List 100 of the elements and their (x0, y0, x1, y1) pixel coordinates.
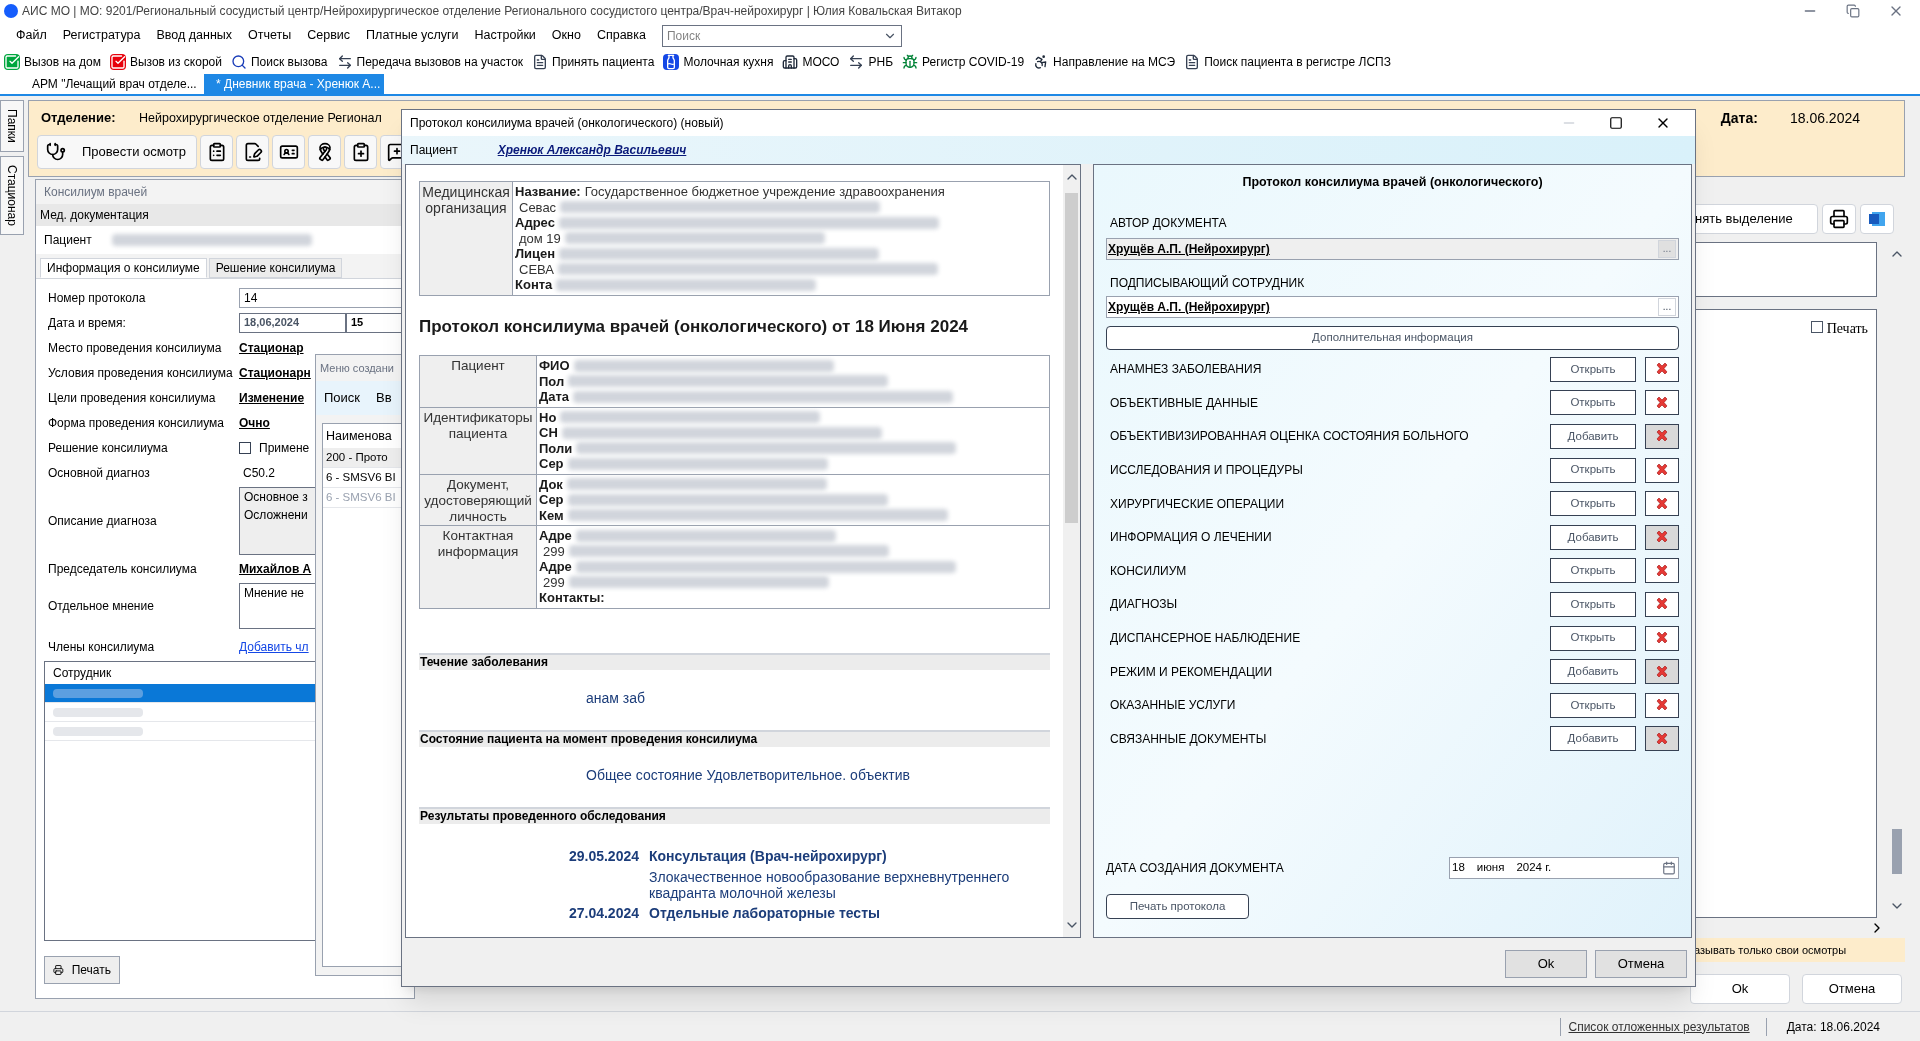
browse-button[interactable]: ... (1658, 297, 1676, 316)
field-label: Конта (515, 277, 553, 293)
print-button[interactable]: Печать (44, 956, 120, 984)
delete-button[interactable] (1645, 390, 1679, 416)
delete-button[interactable] (1645, 591, 1679, 617)
field-value: дом 19 (519, 230, 561, 246)
section-label: ДИАГНОЗЫ (1109, 596, 1179, 614)
menu-item[interactable]: Окно (543, 26, 589, 45)
section-action-button[interactable]: Добавить (1550, 659, 1636, 685)
delete-button[interactable] (1645, 491, 1679, 517)
toolbar-button[interactable]: Вызов на дом (4, 52, 101, 71)
tab[interactable]: Решение консилиума (208, 258, 343, 278)
ok-button[interactable]: Ok (1690, 974, 1790, 1004)
toolbar-button[interactable]: Поиск вызова (231, 52, 328, 71)
document-tab[interactable]: * Дневник врача - Хренюк А... (204, 74, 384, 94)
building-icon (782, 53, 799, 70)
delete-button[interactable] (1645, 524, 1679, 550)
delete-button[interactable] (1645, 625, 1679, 651)
side-tab[interactable]: Папки (0, 100, 24, 152)
section-label: АНАМНЕЗ ЗАБОЛЕВАНИЯ (1109, 361, 1263, 379)
menu-item[interactable]: Платные услуги (358, 26, 467, 45)
menu-item[interactable]: Регистратура (54, 26, 149, 45)
checkbox[interactable] (239, 442, 251, 454)
menu-item[interactable]: Отчеты (240, 26, 300, 45)
scrollbar-thumb[interactable] (1892, 829, 1902, 874)
date-picker[interactable]: 18 июня 2024 г. (1449, 857, 1679, 879)
department-label: Отделение: (41, 109, 117, 128)
delete-button[interactable] (1645, 423, 1679, 449)
menu-item[interactable]: Сервис (299, 26, 359, 45)
field-value: 299 (543, 574, 565, 590)
print-protocol-button[interactable]: Печать протокола (1106, 894, 1249, 919)
delete-button[interactable] (1645, 356, 1679, 382)
checkbox[interactable] (1810, 321, 1823, 333)
patient-link[interactable]: Хренюк Александр Васильевич (497, 141, 687, 159)
section-action-button[interactable]: Добавить (1550, 726, 1636, 752)
delete-button[interactable] (1645, 692, 1679, 718)
menu-item[interactable]: Настройки (466, 26, 544, 45)
menu-tab[interactable]: Поиск (324, 388, 361, 408)
section-action-button[interactable]: Открыть (1550, 491, 1636, 517)
toolbar-button[interactable]: Передача вызовов на участок (336, 52, 524, 71)
field-link[interactable]: Стационарн (239, 364, 311, 382)
cancel-button[interactable]: Отмена (1595, 950, 1687, 978)
scrollbar-thumb[interactable] (1065, 193, 1078, 523)
toolbar-button[interactable]: Принять пациента (532, 52, 655, 71)
section-label: РЕЖИМ И РЕКОМЕНДАЦИИ (1109, 663, 1274, 681)
toolbar-button[interactable]: Регистр COVID-19 (902, 52, 1025, 71)
section-action-button[interactable]: Открыть (1550, 625, 1636, 651)
field-link[interactable]: Михайлов А (239, 560, 312, 578)
section-action-button[interactable]: Добавить (1550, 524, 1636, 550)
menu-item[interactable]: Ввод данных (148, 26, 241, 45)
toolbar-button[interactable]: Вызов из скорой (109, 52, 222, 71)
extra-info-button[interactable]: Дополнительная информация (1106, 325, 1679, 350)
stethoscope-icon (46, 142, 66, 162)
section-label: ДИСПАНСЕРНОЕ НАБЛЮДЕНИЕ (1109, 630, 1302, 647)
section-action-button[interactable]: Добавить (1550, 423, 1636, 449)
search-input[interactable]: Поиск (666, 26, 883, 45)
print-button[interactable] (1822, 204, 1856, 234)
word-button[interactable] (1860, 204, 1894, 234)
menu-item[interactable]: Справка (588, 26, 654, 45)
exam-button[interactable]: Провести осмотр (37, 135, 197, 169)
toolbar-button[interactable] (344, 135, 377, 169)
toolbar-button[interactable] (200, 135, 233, 169)
menu-tab[interactable]: Вв (376, 388, 392, 408)
section-label: КОНСИЛИУМ (1109, 562, 1188, 580)
delete-button[interactable] (1645, 659, 1679, 685)
menu-item[interactable]: Файл (8, 26, 55, 45)
section-action-button[interactable]: Открыть (1550, 558, 1636, 584)
section-action-button[interactable]: Открыть (1550, 390, 1636, 416)
toolbar-button[interactable]: Направление на МСЭ (1033, 52, 1176, 71)
toolbar-button[interactable]: МОСО (782, 52, 840, 71)
toolbar-button[interactable]: Поиск пациента в регистре ЛСПЗ (1184, 52, 1391, 71)
section-action-button[interactable]: Открыть (1550, 692, 1636, 718)
delete-button[interactable] (1645, 457, 1679, 483)
date-field[interactable]: 18,06,2024 (239, 313, 346, 333)
section-action-button[interactable]: Открыть (1550, 356, 1636, 382)
toolbar-button[interactable] (308, 135, 341, 169)
search-field[interactable]: Поиск (661, 24, 902, 47)
signer-field[interactable]: Хрущёв А.П. (Нейрохирург) ... (1106, 295, 1679, 318)
delete-button[interactable] (1645, 726, 1679, 752)
toolbar-button[interactable] (272, 135, 305, 169)
toolbar-button[interactable] (236, 135, 269, 169)
tab[interactable]: Информация о консилиуме (40, 258, 207, 278)
deferred-results-link[interactable]: Список отложенных результатов (1559, 1017, 1758, 1036)
ok-button[interactable]: Ok (1505, 950, 1587, 978)
field-link[interactable]: Очно (239, 414, 270, 432)
add-member-link[interactable]: Добавить чл (239, 638, 309, 656)
side-tab[interactable]: Стационар (0, 155, 24, 235)
toolbar-button[interactable]: Молочная кухня (663, 52, 774, 71)
window-title: Консилиум врачей (43, 184, 149, 201)
field-label: Док (539, 476, 563, 492)
cancel-button[interactable]: Отмена (1802, 974, 1902, 1004)
patient-label: Пациент (44, 232, 92, 249)
delete-button[interactable] (1645, 558, 1679, 584)
field-link[interactable]: Изменение (239, 389, 305, 407)
toolbar-button[interactable]: РНБ (848, 52, 893, 71)
field-link[interactable]: Стационар (239, 339, 304, 357)
restore-icon[interactable] (1846, 4, 1860, 18)
section-action-button[interactable]: Открыть (1550, 591, 1636, 617)
maximize-icon[interactable] (1609, 116, 1623, 130)
section-action-button[interactable]: Открыть (1550, 457, 1636, 483)
